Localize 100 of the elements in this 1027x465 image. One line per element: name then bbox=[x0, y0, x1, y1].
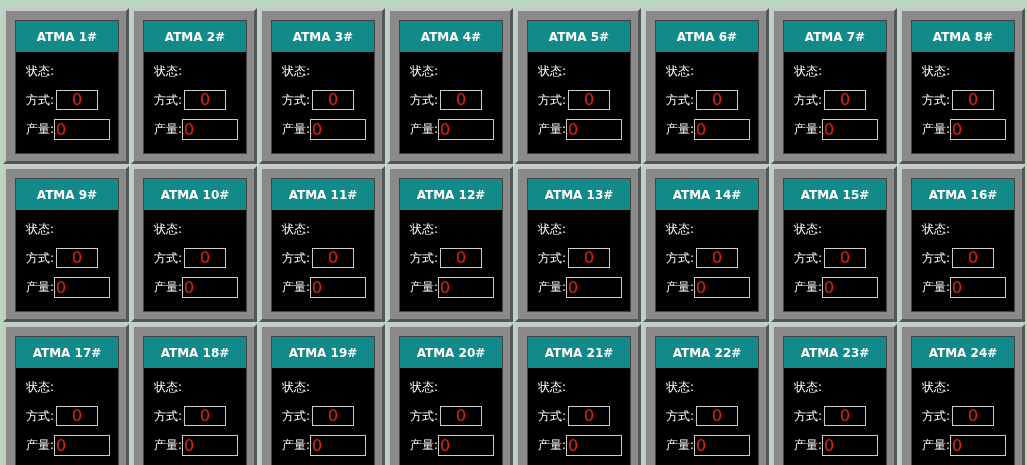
output-value-field: 0 bbox=[438, 434, 495, 456]
field-label: 产量: bbox=[538, 121, 567, 138]
mode-value-field: 0 bbox=[440, 406, 483, 426]
field-label: 状态: bbox=[794, 379, 823, 396]
field-label: 状态: bbox=[538, 221, 567, 238]
mode-value-field: 0 bbox=[568, 248, 611, 268]
field-label: 状态: bbox=[410, 379, 439, 396]
output-value-field: 0 bbox=[950, 118, 1007, 140]
machine-title: ATMA 14# bbox=[656, 179, 758, 210]
field-label: 状态: bbox=[282, 379, 311, 396]
mode-value-field: 0 bbox=[952, 90, 995, 110]
output-value-field: 0 bbox=[438, 276, 495, 298]
field-label: 状态: bbox=[154, 63, 183, 80]
field-label: 方式: bbox=[154, 250, 183, 267]
machine-title: ATMA 1# bbox=[16, 21, 118, 52]
output-value-field: 0 bbox=[310, 434, 367, 456]
output-value-field: 0 bbox=[566, 118, 623, 140]
field-label: 产量: bbox=[154, 437, 183, 454]
output-value-field: 0 bbox=[182, 118, 239, 140]
mode-value-field: 0 bbox=[824, 248, 867, 268]
mode-value-field: 0 bbox=[696, 406, 739, 426]
field-label: 方式: bbox=[154, 92, 183, 109]
machine-title: ATMA 7# bbox=[784, 21, 886, 52]
field-label: 状态: bbox=[26, 63, 55, 80]
field-label: 状态: bbox=[666, 63, 695, 80]
field-label: 状态: bbox=[794, 63, 823, 80]
field-label: 方式: bbox=[794, 250, 823, 267]
field-label: 产量: bbox=[922, 279, 951, 296]
field-label: 产量: bbox=[282, 279, 311, 296]
mode-value-field: 0 bbox=[696, 90, 739, 110]
field-label: 产量: bbox=[538, 279, 567, 296]
field-label: 方式: bbox=[410, 250, 439, 267]
machine-title: ATMA 15# bbox=[784, 179, 886, 210]
field-label: 状态: bbox=[794, 221, 823, 238]
field-label: 状态: bbox=[282, 221, 311, 238]
field-label: 产量: bbox=[666, 437, 695, 454]
field-label: 方式: bbox=[666, 408, 695, 425]
field-label: 产量: bbox=[538, 437, 567, 454]
field-label: 状态: bbox=[26, 379, 55, 396]
field-label: 方式: bbox=[922, 92, 951, 109]
machine-title: ATMA 10# bbox=[144, 179, 246, 210]
machine-title: ATMA 13# bbox=[528, 179, 630, 210]
mode-value-field: 0 bbox=[824, 406, 867, 426]
output-value-field: 0 bbox=[822, 118, 879, 140]
machine-title: ATMA 5# bbox=[528, 21, 630, 52]
field-label: 状态: bbox=[26, 221, 55, 238]
field-label: 方式: bbox=[26, 408, 55, 425]
field-label: 状态: bbox=[666, 221, 695, 238]
field-label: 产量: bbox=[410, 437, 439, 454]
machine-title: ATMA 9# bbox=[16, 179, 118, 210]
machine-title: ATMA 2# bbox=[144, 21, 246, 52]
field-label: 产量: bbox=[26, 121, 55, 138]
output-value-field: 0 bbox=[310, 276, 367, 298]
output-value-field: 0 bbox=[822, 276, 879, 298]
mode-value-field: 0 bbox=[56, 248, 99, 268]
field-label: 产量: bbox=[666, 121, 695, 138]
field-label: 状态: bbox=[410, 221, 439, 238]
field-label: 产量: bbox=[154, 121, 183, 138]
machine-title: ATMA 17# bbox=[16, 337, 118, 368]
machine-title: ATMA 4# bbox=[400, 21, 502, 52]
field-label: 方式: bbox=[26, 250, 55, 267]
field-label: 方式: bbox=[410, 408, 439, 425]
machine-title: ATMA 18# bbox=[144, 337, 246, 368]
output-value-field: 0 bbox=[694, 276, 751, 298]
field-label: 方式: bbox=[666, 92, 695, 109]
field-label: 状态: bbox=[154, 221, 183, 238]
field-label: 方式: bbox=[794, 92, 823, 109]
field-label: 状态: bbox=[154, 379, 183, 396]
mode-value-field: 0 bbox=[312, 90, 355, 110]
output-value-field: 0 bbox=[54, 276, 111, 298]
field-label: 产量: bbox=[922, 437, 951, 454]
mode-value-field: 0 bbox=[440, 90, 483, 110]
field-label: 状态: bbox=[922, 221, 951, 238]
mode-value-field: 0 bbox=[568, 406, 611, 426]
field-label: 产量: bbox=[410, 279, 439, 296]
field-label: 产量: bbox=[282, 121, 311, 138]
field-label: 方式: bbox=[922, 408, 951, 425]
output-value-field: 0 bbox=[566, 276, 623, 298]
field-label: 方式: bbox=[26, 92, 55, 109]
mode-value-field: 0 bbox=[312, 248, 355, 268]
output-value-field: 0 bbox=[822, 434, 879, 456]
output-value-field: 0 bbox=[950, 434, 1007, 456]
field-label: 状态: bbox=[538, 379, 567, 396]
field-label: 状态: bbox=[922, 63, 951, 80]
mode-value-field: 0 bbox=[952, 406, 995, 426]
field-label: 产量: bbox=[26, 279, 55, 296]
field-label: 产量: bbox=[922, 121, 951, 138]
output-value-field: 0 bbox=[694, 118, 751, 140]
output-value-field: 0 bbox=[54, 118, 111, 140]
field-label: 产量: bbox=[794, 437, 823, 454]
mode-value-field: 0 bbox=[440, 248, 483, 268]
mode-value-field: 0 bbox=[824, 90, 867, 110]
field-label: 方式: bbox=[794, 408, 823, 425]
machine-title: ATMA 3# bbox=[272, 21, 374, 52]
field-label: 状态: bbox=[538, 63, 567, 80]
mode-value-field: 0 bbox=[952, 248, 995, 268]
field-label: 状态: bbox=[282, 63, 311, 80]
mode-value-field: 0 bbox=[184, 406, 227, 426]
field-label: 方式: bbox=[922, 250, 951, 267]
output-value-field: 0 bbox=[54, 434, 111, 456]
